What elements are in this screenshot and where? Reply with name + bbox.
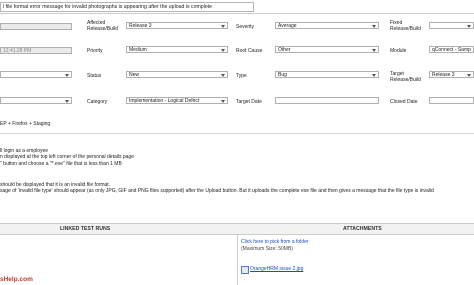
step-line: n displayed at the top left corner of th…	[0, 154, 134, 161]
module-label: Module	[390, 48, 407, 54]
result-text[interactable]: should be displayed that it is an invali…	[0, 182, 434, 195]
found-in-select[interactable]	[0, 97, 72, 104]
created-time-field: 12:41:28 PM	[0, 47, 72, 54]
summary-input[interactable]: l file format error message for invalid …	[0, 2, 254, 12]
reported-by-field[interactable]	[0, 23, 72, 30]
target-date-field[interactable]	[275, 97, 379, 104]
linked-test-runs-title[interactable]: LINKED TEST RUNS	[60, 226, 110, 232]
target-release-select[interactable]: Release 3	[429, 71, 474, 78]
summary-bar: l file format error message for invalid …	[0, 0, 474, 14]
closed-date-field[interactable]	[429, 97, 474, 104]
severity-label: Severity	[236, 24, 255, 30]
target-date-label: Target Date	[236, 99, 262, 105]
panel-divider	[237, 234, 238, 285]
target-release-label: Target Release/Build	[390, 71, 421, 83]
image-file-icon	[241, 266, 249, 274]
fixed-release-label: Fixed Release/Build	[390, 20, 421, 32]
status-select[interactable]: New	[126, 71, 228, 78]
severity-select[interactable]: Average	[275, 22, 379, 29]
root-cause-label: Root Cause	[236, 48, 263, 54]
max-size-note: (Maximum Size: 50MB)	[241, 246, 293, 252]
affected-release-label: Affected Release/Build	[87, 20, 118, 32]
attachment-file-link[interactable]: OrangeHRM issue 2.jpg	[250, 266, 303, 272]
priority-label: Priority	[87, 48, 103, 54]
watermark-text: sHelp.com	[0, 276, 33, 283]
environment-text: EP + Firefox + Staging	[0, 121, 51, 127]
type-label: Type	[236, 73, 247, 79]
divider	[0, 133, 474, 134]
assigned-to-select[interactable]	[0, 71, 72, 78]
root-cause-select[interactable]: Other	[275, 46, 379, 53]
attachments-title[interactable]: ATTACHMENTS	[343, 226, 382, 232]
closed-date-label: Closed Date	[390, 99, 418, 105]
affected-release-select[interactable]: Release 3	[126, 22, 228, 29]
category-select[interactable]: Implementation - Logical Defect	[126, 97, 228, 104]
status-label: Status	[87, 73, 102, 79]
steps-text[interactable]: ll login as a employee n displayed at th…	[0, 148, 134, 167]
step-line: " button and choose a "*.exe" file that …	[0, 160, 122, 167]
category-label: Category	[87, 99, 108, 105]
fixed-release-select[interactable]	[429, 22, 474, 29]
pick-folder-link[interactable]: Click here to pick from a folder	[241, 239, 309, 245]
priority-select[interactable]: Medium	[126, 46, 228, 53]
result-line: sage of 'invalid file type' should appea…	[0, 188, 434, 195]
type-select[interactable]: Bug	[275, 71, 379, 78]
module-select[interactable]: qConnect - Samp	[429, 46, 474, 53]
